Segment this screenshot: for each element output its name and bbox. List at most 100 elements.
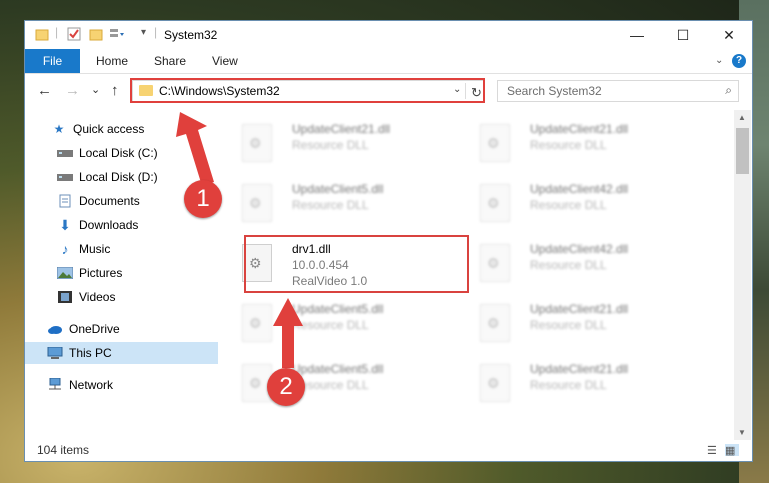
dll-file-icon [480, 304, 510, 342]
navigation-pane: ★ Quick access Local Disk (C:) 📌 Local D… [25, 110, 244, 440]
properties-icon[interactable] [67, 27, 81, 44]
dll-file-icon [242, 124, 272, 162]
file-description: Resource DLL [292, 198, 369, 212]
ribbon-tabs: File Home Share View ⌄ ? [25, 49, 752, 74]
customize-toolbar-icon[interactable] [109, 27, 125, 44]
sidebar-item-label: OneDrive [69, 322, 120, 336]
sidebar-item-label: Music [79, 242, 111, 256]
pictures-icon [57, 266, 73, 280]
file-description: Resource DLL [292, 318, 369, 332]
drive-icon [57, 146, 73, 160]
file-name: UpdateClient21.dll [292, 122, 391, 136]
sidebar-item-label: Network [69, 378, 114, 392]
tab-file[interactable]: File [25, 49, 80, 73]
file-description: Resource DLL [530, 198, 607, 212]
drive-icon [57, 170, 73, 184]
downloads-icon: ⬇ [59, 216, 71, 233]
sidebar-item-label: Local Disk (C:) [79, 146, 158, 160]
scrollbar-thumb[interactable] [736, 128, 749, 174]
sidebar-item-music[interactable]: ♪ Music 📌 [25, 238, 250, 260]
sidebar-item-label: Videos [79, 290, 116, 304]
file-name: UpdateClient21.dll [530, 122, 629, 136]
sidebar-item-label: Quick access [73, 122, 145, 136]
sidebar-item-downloads[interactable]: ⬇ Downloads 📌 [25, 214, 250, 236]
close-button[interactable]: ✕ [706, 21, 752, 49]
file-name: UpdateClient42.dll [530, 182, 629, 196]
file-item[interactable]: UpdateClient5.dll Resource DLL [220, 180, 450, 230]
dll-file-icon [242, 304, 272, 342]
computer-icon [47, 346, 63, 360]
file-description: Resource DLL [530, 378, 607, 392]
file-item[interactable]: UpdateClient5.dll Resource DLL [220, 300, 450, 350]
tab-view[interactable]: View [212, 49, 238, 73]
maximize-button[interactable]: ☐ [660, 21, 706, 49]
dll-file-icon [480, 244, 510, 282]
expand-ribbon-icon[interactable]: ⌄ [715, 55, 723, 66]
search-icon[interactable]: ⌕ [725, 83, 732, 98]
scroll-down-icon[interactable]: ▼ [738, 428, 746, 437]
step-2-badge: 2 [267, 368, 305, 406]
separator: | [154, 25, 158, 39]
dll-file-icon [242, 184, 272, 222]
videos-icon [57, 290, 73, 304]
forward-button[interactable]: → [65, 82, 80, 99]
navigation-bar: ← → ⌄ ↑ C:\Windows\System32 ⌄ ↻ Search S… [25, 74, 752, 110]
file-item[interactable]: UpdateClient21.dll Resource DLL [220, 120, 450, 170]
sidebar-item-this-pc[interactable]: This PC [25, 342, 218, 364]
sidebar-item-videos[interactable]: Videos 📌 [25, 286, 250, 308]
new-folder-icon[interactable] [89, 27, 103, 44]
sidebar-item-onedrive[interactable]: OneDrive [25, 318, 240, 340]
status-bar: 104 items ☰ ▦ [25, 440, 752, 461]
file-description: Resource DLL [530, 138, 607, 152]
vertical-scrollbar[interactable]: ▲ ▼ [734, 110, 751, 440]
title-bar: | ▾ | System32 — ☐ ✕ [25, 21, 752, 49]
file-name: UpdateClient5.dll [292, 302, 384, 316]
file-item[interactable]: UpdateClient21.dll Resource DLL [458, 120, 688, 170]
sidebar-item-label: Local Disk (D:) [79, 170, 158, 184]
file-item[interactable]: UpdateClient42.dll Resource DLL [458, 180, 688, 230]
file-item[interactable]: UpdateClient5.dll Resource DLL [220, 360, 450, 410]
tab-share[interactable]: Share [154, 49, 186, 73]
back-button[interactable]: ← [37, 82, 52, 99]
music-icon: ♪ [61, 241, 69, 257]
step-1-badge: 1 [184, 180, 222, 218]
file-item[interactable]: UpdateClient21.dll Resource DLL [458, 360, 688, 410]
separator: | [55, 25, 59, 39]
window-title: System32 [164, 28, 218, 42]
file-item[interactable]: UpdateClient42.dll Resource DLL [458, 240, 688, 290]
recent-locations-button[interactable]: ⌄ [91, 83, 100, 96]
scroll-up-icon[interactable]: ▲ [738, 113, 746, 122]
file-name: UpdateClient21.dll [530, 362, 629, 376]
cloud-icon [47, 322, 63, 336]
file-name: UpdateClient5.dll [292, 182, 384, 196]
tab-home[interactable]: Home [96, 49, 128, 73]
address-highlight-box [130, 78, 485, 103]
details-view-icon[interactable]: ☰ [707, 444, 721, 457]
sidebar-item-quick-access[interactable]: ★ Quick access [25, 118, 244, 140]
sidebar-item-label: This PC [69, 346, 112, 360]
star-icon: ★ [53, 122, 65, 136]
help-icon[interactable]: ? [732, 54, 746, 68]
quick-access-dropdown-icon[interactable]: ▾ [141, 27, 146, 38]
dll-file-icon [480, 364, 510, 402]
sidebar-item-label: Pictures [79, 266, 123, 280]
dll-file-icon [480, 184, 510, 222]
large-icons-view-icon[interactable]: ▦ [725, 444, 739, 457]
sidebar-item-local-disk-c[interactable]: Local Disk (C:) 📌 [25, 142, 250, 164]
sidebar-item-pictures[interactable]: Pictures 📌 [25, 262, 250, 284]
search-input[interactable]: Search System32 [507, 84, 602, 98]
file-name: UpdateClient5.dll [292, 362, 384, 376]
up-button[interactable]: ↑ [111, 82, 119, 99]
sidebar-item-network[interactable]: Network [25, 374, 240, 396]
file-description: Resource DLL [530, 258, 607, 272]
file-description: Resource DLL [530, 318, 607, 332]
minimize-button[interactable]: — [614, 21, 660, 49]
file-item[interactable]: UpdateClient21.dll Resource DLL [458, 300, 688, 350]
file-highlight-box [244, 235, 469, 293]
documents-icon [57, 194, 73, 208]
sidebar-item-label: Documents [79, 194, 140, 208]
folder-icon [35, 27, 49, 44]
dll-file-icon [480, 124, 510, 162]
sidebar-item-label: Downloads [79, 218, 139, 232]
search-box[interactable]: Search System32 ⌕ [497, 80, 739, 102]
